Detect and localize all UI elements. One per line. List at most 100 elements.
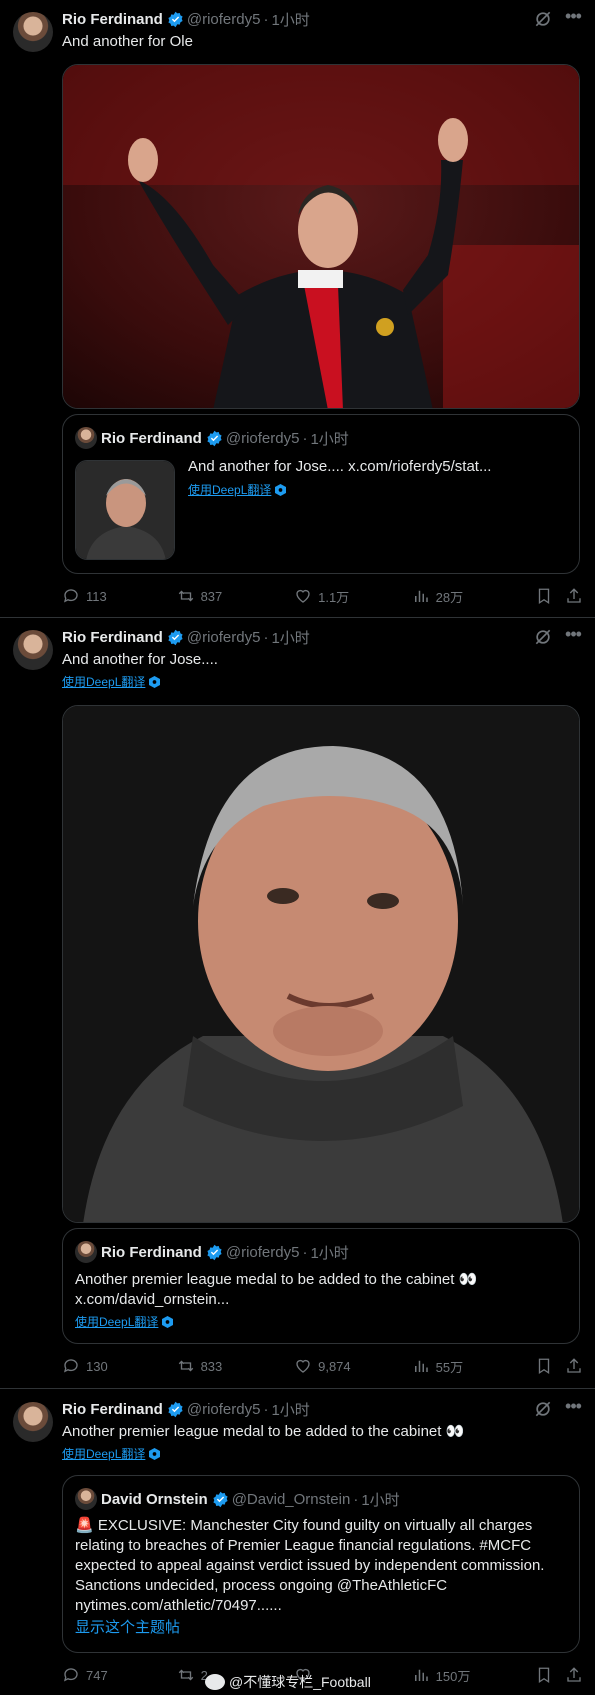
jose-thumbnail-photo xyxy=(76,461,174,559)
views-button[interactable]: 55万 xyxy=(412,1357,536,1376)
like-button[interactable]: 9,874 xyxy=(294,1357,412,1375)
translate-label: 使用DeepL翻译 xyxy=(75,1315,159,1329)
tweet-3[interactable]: Rio Ferdinand @rioferdy5 · 1小时 ••• Anoth… xyxy=(0,1390,595,1695)
quoted-author-name: Rio Ferdinand xyxy=(101,1243,202,1261)
show-thread-link[interactable]: 显示这个主题帖 xyxy=(75,1618,567,1638)
views-button[interactable]: 150万 xyxy=(412,1666,536,1685)
tweet-text: Another premier league medal to be added… xyxy=(62,1423,465,1440)
quoted-tweet[interactable]: Rio Ferdinand @rioferdy5 · 1小时 Another p… xyxy=(62,1228,580,1344)
avatar[interactable] xyxy=(13,1402,53,1442)
retweet-icon xyxy=(178,1360,193,1372)
quoted-timestamp: 1小时 xyxy=(361,1491,400,1509)
reply-button[interactable]: 747 xyxy=(62,1666,177,1684)
bookmark-button[interactable] xyxy=(535,1357,565,1375)
quoted-tweet-link[interactable]: x.com/david_ornstein... xyxy=(75,1290,567,1310)
grok-icon[interactable] xyxy=(533,627,553,647)
tweet-header: Rio Ferdinand @rioferdy5 · 1小时 xyxy=(62,1399,310,1419)
author-name[interactable]: Rio Ferdinand xyxy=(62,629,163,646)
like-count: 9,874 xyxy=(318,1358,351,1374)
bookmark-button[interactable] xyxy=(535,587,565,605)
translate-link[interactable]: 使用DeepL翻译 xyxy=(188,481,287,498)
verified-badge-icon xyxy=(168,629,183,645)
grok-icon[interactable] xyxy=(533,1399,553,1419)
verified-badge-icon xyxy=(207,1244,222,1260)
translate-label: 使用DeepL翻译 xyxy=(62,675,146,689)
share-icon xyxy=(567,1667,581,1682)
author-name[interactable]: Rio Ferdinand xyxy=(62,1401,163,1418)
weibo-watermark: @不懂球专栏_Football xyxy=(205,1672,371,1692)
jose-photo xyxy=(63,706,579,1222)
watermark-text: @不懂球专栏_Football xyxy=(229,1674,371,1690)
translate-link[interactable]: 使用DeepL翻译 xyxy=(62,1445,161,1462)
separator-dot: · xyxy=(353,1490,359,1508)
tweet-image[interactable] xyxy=(62,705,580,1223)
verified-badge-icon xyxy=(168,11,183,27)
timestamp[interactable]: 1小时 xyxy=(271,1399,309,1420)
avatar[interactable] xyxy=(13,12,53,52)
quoted-tweet[interactable]: Rio Ferdinand @rioferdy5 · 1小时 And anoth… xyxy=(62,414,580,574)
avatar[interactable] xyxy=(13,630,53,670)
translate-link[interactable]: 使用DeepL翻译 xyxy=(75,1313,174,1330)
more-options-icon[interactable]: ••• xyxy=(563,7,583,29)
reply-count: 130 xyxy=(86,1358,108,1374)
retweet-count: 837 xyxy=(200,588,223,604)
views-button[interactable]: 28万 xyxy=(412,587,536,606)
tweet-1[interactable]: Rio Ferdinand @rioferdy5 · 1小时 ••• And a… xyxy=(0,0,595,618)
bookmark-icon xyxy=(539,1667,550,1684)
reply-icon xyxy=(63,1668,78,1682)
quoted-tweet[interactable]: David Ornstein @David_Ornstein · 1小时 🚨 E… xyxy=(62,1475,580,1653)
bookmark-button[interactable] xyxy=(535,1666,565,1684)
timestamp[interactable]: 1小时 xyxy=(271,9,309,30)
more-options-icon[interactable]: ••• xyxy=(563,1397,583,1419)
deepl-icon xyxy=(162,1315,174,1328)
author-name[interactable]: Rio Ferdinand xyxy=(62,11,163,28)
quoted-author-name: David Ornstein xyxy=(101,1490,208,1508)
retweet-button[interactable]: 837 xyxy=(177,587,295,605)
quoted-tweet-text: And another for Jose.... x.com/rioferdy5… xyxy=(188,458,492,475)
tweet-image[interactable] xyxy=(62,64,580,409)
views-icon xyxy=(414,590,428,602)
author-handle[interactable]: @rioferdy5 xyxy=(187,1401,261,1418)
quoted-avatar xyxy=(75,1488,97,1510)
view-count: 150万 xyxy=(435,1668,471,1684)
quoted-author-handle: @rioferdy5 xyxy=(225,429,300,447)
tweet-actions: 113 837 1.1万 28万 xyxy=(62,586,585,606)
quoted-thumbnail xyxy=(75,460,175,560)
reply-count: 747 xyxy=(86,1667,108,1683)
tweet-text: And another for Jose.... xyxy=(62,651,218,668)
quoted-author-handle: @David_Ornstein xyxy=(231,1490,351,1508)
more-options-icon[interactable]: ••• xyxy=(563,625,583,647)
deepl-icon xyxy=(149,675,161,688)
share-button[interactable] xyxy=(565,1666,585,1684)
translate-link[interactable]: 使用DeepL翻译 xyxy=(62,673,161,690)
quoted-tweet-text: 🚨 EXCLUSIVE: Manchester City found guilt… xyxy=(75,1517,545,1614)
retweet-button[interactable]: 833 xyxy=(177,1357,295,1375)
bookmark-icon xyxy=(539,588,550,605)
timestamp[interactable]: 1小时 xyxy=(271,627,309,648)
quoted-avatar xyxy=(75,427,97,449)
verified-badge-icon xyxy=(213,1491,228,1507)
like-count: 1.1万 xyxy=(318,589,350,605)
tweet-2[interactable]: Rio Ferdinand @rioferdy5 · 1小时 ••• And a… xyxy=(0,619,595,1389)
author-handle[interactable]: @rioferdy5 xyxy=(187,629,261,646)
like-button[interactable]: 1.1万 xyxy=(294,587,412,606)
separator-dot: · xyxy=(263,628,269,646)
heart-icon xyxy=(296,1359,310,1373)
reply-button[interactable]: 130 xyxy=(62,1357,177,1375)
quoted-tweet-text: Another premier league medal to be added… xyxy=(75,1271,478,1288)
quoted-avatar xyxy=(75,1241,97,1263)
quoted-tweet-header: Rio Ferdinand @rioferdy5 · 1小时 xyxy=(75,1241,349,1263)
author-handle[interactable]: @rioferdy5 xyxy=(187,11,261,28)
views-icon xyxy=(414,1669,428,1681)
tweet-header: Rio Ferdinand @rioferdy5 · 1小时 xyxy=(62,627,310,647)
verified-badge-icon xyxy=(168,1401,183,1417)
tweet-header: Rio Ferdinand @rioferdy5 · 1小时 xyxy=(62,9,310,29)
tweet-actions: 130 833 9,874 55万 xyxy=(62,1356,585,1376)
reply-count: 113 xyxy=(86,588,107,604)
reply-button[interactable]: 113 xyxy=(62,587,177,605)
quoted-author-handle: @rioferdy5 xyxy=(225,1243,300,1261)
share-button[interactable] xyxy=(565,1357,585,1375)
grok-icon[interactable] xyxy=(533,9,553,29)
share-button[interactable] xyxy=(565,587,585,605)
quoted-timestamp: 1小时 xyxy=(310,430,349,448)
